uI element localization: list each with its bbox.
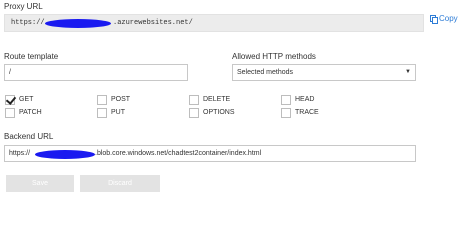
allowed-methods-select[interactable]: Selected methods ▼ xyxy=(232,64,416,81)
method-label-trace: TRACE xyxy=(295,109,319,116)
method-label-get: GET xyxy=(19,96,34,103)
redacted-hostname xyxy=(45,19,111,28)
discard-button[interactable]: Discard xyxy=(80,175,160,192)
checkbox-delete[interactable] xyxy=(189,95,199,105)
allowed-methods-label: Allowed HTTP methods xyxy=(232,52,316,61)
method-label-options: OPTIONS xyxy=(203,109,235,116)
method-label-post: POST xyxy=(111,96,131,103)
checkbox-post[interactable] xyxy=(97,95,107,105)
copy-label: Copy xyxy=(439,14,458,23)
copy-icon xyxy=(430,14,438,24)
proxy-url-field[interactable]: https:// .azurewebsites.net/ xyxy=(4,14,424,32)
chevron-down-icon: ▼ xyxy=(405,69,411,75)
checkbox-trace[interactable] xyxy=(281,108,291,118)
redacted-storage-account xyxy=(35,150,95,159)
save-button[interactable]: Save xyxy=(6,175,74,192)
method-label-put: PUT xyxy=(111,109,125,116)
backend-url-prefix: https:// xyxy=(9,150,31,157)
checkbox-head[interactable] xyxy=(281,95,291,105)
backend-url-input[interactable]: https:// .blob.core.windows.net/chadtest… xyxy=(4,145,416,162)
allowed-methods-selected: Selected methods xyxy=(237,69,294,76)
check-icon xyxy=(5,94,17,105)
method-label-delete: DELETE xyxy=(203,96,231,103)
proxy-url-label: Proxy URL xyxy=(4,2,43,11)
checkbox-put[interactable] xyxy=(97,108,107,118)
backend-url-label: Backend URL xyxy=(4,132,54,141)
checkbox-patch[interactable] xyxy=(5,108,15,118)
checkbox-get[interactable] xyxy=(5,94,17,105)
route-template-label: Route template xyxy=(4,52,59,61)
proxy-url-suffix: .azurewebsites.net/ xyxy=(113,19,193,27)
route-template-value: / xyxy=(9,69,11,76)
backend-url-suffix: .blob.core.windows.net/chadtest2containe… xyxy=(95,150,262,157)
method-label-patch: PATCH xyxy=(19,109,42,116)
method-label-head: HEAD xyxy=(295,96,315,103)
proxy-url-prefix: https:// xyxy=(11,19,45,27)
copy-button[interactable]: Copy xyxy=(430,14,458,24)
checkbox-options[interactable] xyxy=(189,108,199,118)
route-template-input[interactable]: / xyxy=(4,64,188,81)
